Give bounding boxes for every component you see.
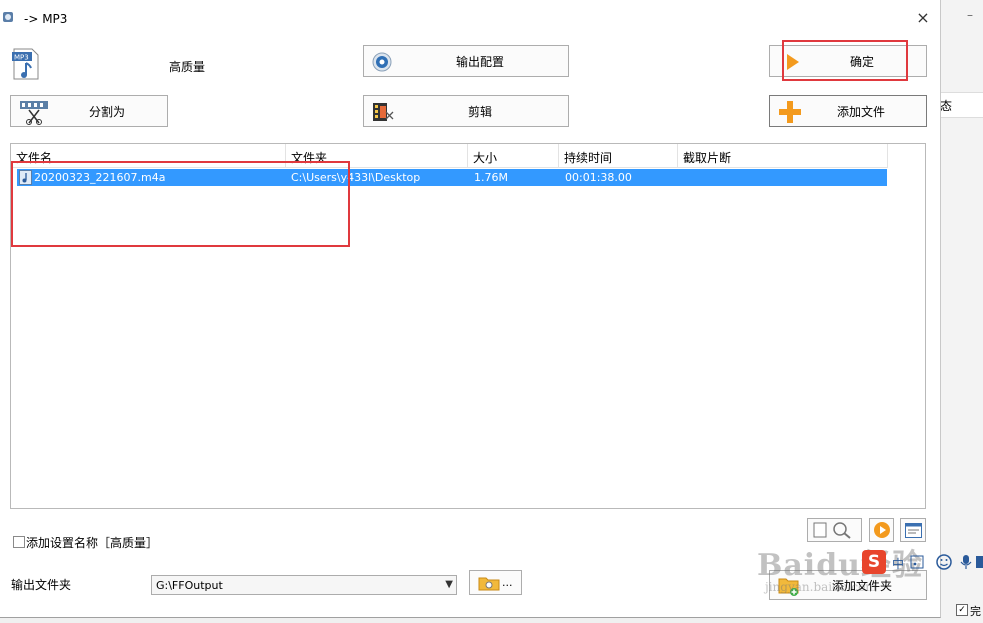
close-button[interactable]: × xyxy=(915,10,931,26)
audio-file-icon xyxy=(19,170,32,185)
background-bottom-text: 完 xyxy=(970,605,981,618)
title-bar: -> MP3 × xyxy=(0,0,940,38)
ime-mode[interactable]: 中 xyxy=(892,555,904,572)
ok-button[interactable]: 确定 xyxy=(769,45,927,77)
mp3-quality-icon[interactable]: MP3 xyxy=(11,47,41,81)
add-setting-name-checkbox[interactable] xyxy=(13,536,25,548)
preview-tools-icon xyxy=(813,522,851,539)
quality-label: 高质量 xyxy=(169,60,206,74)
ok-label: 确定 xyxy=(850,54,875,69)
folder-icon xyxy=(478,577,500,591)
output-folder-value: G:\FFOutput xyxy=(156,579,223,592)
add-file-label: 添加文件 xyxy=(837,104,886,119)
browse-folder-button[interactable]: ... xyxy=(469,570,522,595)
ime-toolbar[interactable]: S 中 xyxy=(862,548,983,576)
output-folder-label: 输出文件夹 xyxy=(11,578,72,592)
punctuation-icon[interactable] xyxy=(910,555,924,569)
split-label: 分割为 xyxy=(89,104,126,119)
background-window: – 态 ✓ 完 xyxy=(940,0,983,623)
sogou-ime-icon[interactable]: S xyxy=(862,550,886,574)
background-dash: – xyxy=(967,8,973,22)
background-field: 态 xyxy=(940,92,983,118)
column-header-size[interactable]: 大小 xyxy=(468,144,559,168)
emoji-icon[interactable] xyxy=(936,554,952,570)
info-window-icon xyxy=(905,523,922,538)
folder-cell: C:\Users\y433l\Desktop xyxy=(291,171,421,184)
output-folder-select[interactable]: G:\FFOutput ▼ xyxy=(151,575,457,595)
window-title: -> MP3 xyxy=(24,12,68,26)
info-button[interactable] xyxy=(900,518,926,542)
column-header-filename[interactable]: 文件名 xyxy=(11,144,286,168)
background-partial-text: 态 xyxy=(940,99,953,113)
output-config-button[interactable]: 输出配置 xyxy=(363,45,569,77)
split-scissors-icon xyxy=(20,101,48,125)
ime-more-icon[interactable] xyxy=(976,554,983,570)
settings-icon xyxy=(372,52,392,72)
svg-text:MP3: MP3 xyxy=(14,54,29,62)
microphone-icon[interactable] xyxy=(960,554,972,570)
ok-arrow-icon xyxy=(787,54,799,70)
play-button[interactable] xyxy=(869,518,894,542)
clip-label: 剪辑 xyxy=(468,104,493,119)
file-list[interactable]: 文件名 文件夹 大小 持续时间 截取片断 20200323_221607.m4a… xyxy=(10,143,926,509)
clip-film-icon xyxy=(373,103,394,121)
preview-tools-button[interactable] xyxy=(807,518,862,542)
column-header-duration[interactable]: 持续时间 xyxy=(559,144,678,168)
add-folder-icon xyxy=(778,578,799,596)
duration-cell: 00:01:38.00 xyxy=(565,171,632,184)
clip-button[interactable]: 剪辑 xyxy=(363,95,569,127)
size-cell: 1.76M xyxy=(474,171,508,184)
add-setting-name-label: 添加设置名称［高质量］ xyxy=(26,536,159,550)
column-header-folder[interactable]: 文件夹 xyxy=(286,144,468,168)
play-icon xyxy=(874,522,890,538)
app-icon xyxy=(3,12,13,22)
add-plus-icon xyxy=(779,101,801,123)
add-file-button[interactable]: 添加文件 xyxy=(769,95,927,127)
output-config-label: 输出配置 xyxy=(456,54,505,69)
column-header-clip[interactable]: 截取片断 xyxy=(678,144,888,168)
file-name-cell: 20200323_221607.m4a xyxy=(34,171,166,184)
browse-dots: ... xyxy=(502,576,513,589)
split-button[interactable]: 分割为 xyxy=(10,95,168,127)
chevron-down-icon: ▼ xyxy=(445,579,453,590)
table-row[interactable]: 20200323_221607.m4a C:\Users\y433l\Deskt… xyxy=(17,169,887,186)
close-icon: × xyxy=(916,8,930,27)
background-checkbox: ✓ xyxy=(956,604,968,616)
mp3-dialog: -> MP3 × MP3 高质量 输出配置 确定 分割为 剪辑 添加文件 文件名… xyxy=(0,0,941,618)
